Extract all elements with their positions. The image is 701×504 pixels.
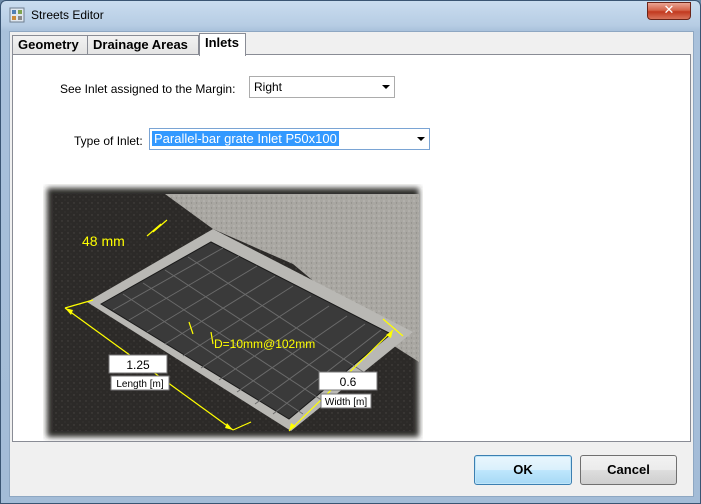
bar-thickness-label: 48 mm — [82, 233, 125, 249]
margin-label: See Inlet assigned to the Margin: — [60, 82, 236, 96]
close-button[interactable]: ✕ — [647, 2, 691, 20]
length-value: 1.25 — [126, 358, 150, 372]
length-caption: Length [m] — [116, 379, 163, 390]
margin-select-value: Right — [254, 80, 283, 94]
dialog-body: Geometry Drainage Areas Inlets See Inlet… — [9, 31, 694, 497]
chevron-down-icon — [382, 85, 390, 89]
app-icon — [9, 7, 25, 23]
inlets-panel: See Inlet assigned to the Margin: Right … — [12, 54, 691, 442]
button-bar: OK Cancel — [10, 442, 693, 496]
inlet-type-select-value: Parallel-bar grate Inlet P50x100 — [152, 131, 339, 146]
inlet-illustration: 48 mm D=10mm@102mm 1.25 Length [m] 0.6 W… — [47, 188, 419, 437]
bar-spacing-label: D=10mm@102mm — [214, 337, 315, 351]
cancel-button[interactable]: Cancel — [580, 455, 677, 485]
chevron-down-icon — [417, 137, 425, 141]
streets-editor-window: Streets Editor ✕ Geometry Drainage Areas… — [0, 0, 701, 504]
margin-select[interactable]: Right — [249, 76, 395, 98]
tab-drainage-areas[interactable]: Drainage Areas — [87, 35, 199, 55]
tab-geometry[interactable]: Geometry — [12, 35, 88, 55]
inlet-type-label: Type of Inlet: — [74, 134, 143, 148]
window-title: Streets Editor — [31, 8, 104, 22]
title-bar[interactable]: Streets Editor ✕ — [1, 1, 700, 29]
close-icon: ✕ — [663, 3, 675, 18]
width-value: 0.6 — [340, 375, 357, 389]
inlet-type-select[interactable]: Parallel-bar grate Inlet P50x100 — [149, 128, 430, 150]
ok-button[interactable]: OK — [474, 455, 572, 485]
tab-inlets[interactable]: Inlets — [199, 33, 246, 56]
width-caption: Width [m] — [325, 397, 367, 408]
